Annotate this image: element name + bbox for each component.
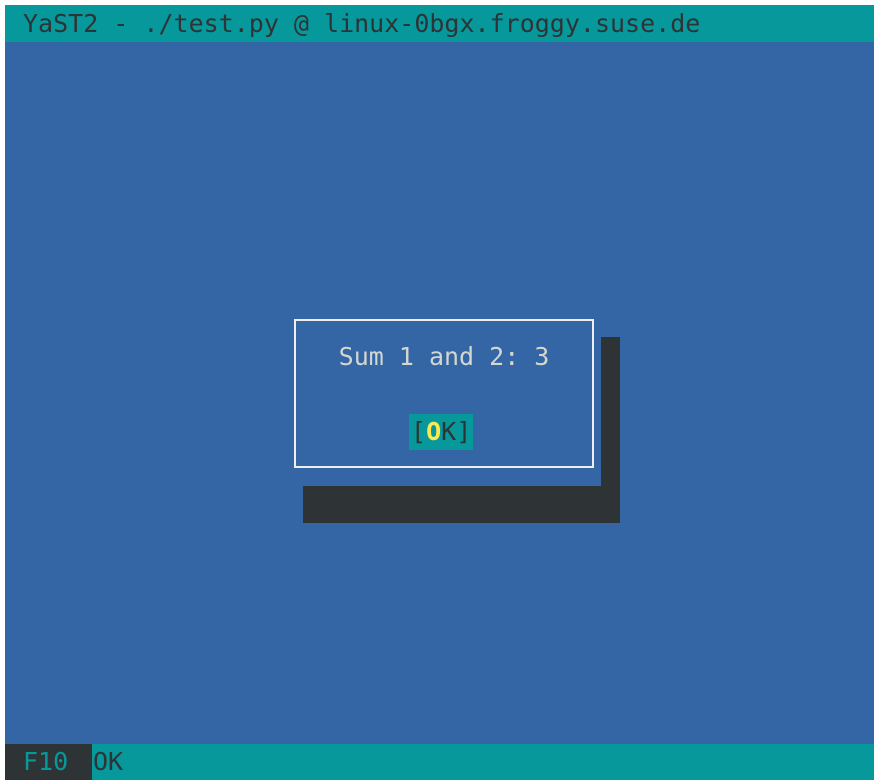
f10-label[interactable]: OK xyxy=(93,744,123,780)
ok-button-close-bracket: ] xyxy=(456,417,472,446)
ok-button-label-rest: K xyxy=(441,417,457,446)
window-title: YaST2 - ./test.py @ linux-0bgx.froggy.su… xyxy=(5,5,874,42)
ok-button[interactable]: [OK] xyxy=(409,414,474,450)
ok-button-hotkey: O xyxy=(426,417,442,446)
message-dialog: Sum 1 and 2: 3 [OK] xyxy=(294,319,594,468)
dialog-shadow-bottom xyxy=(303,486,620,523)
ok-button-open-bracket: [ xyxy=(411,417,427,446)
dialog-message: Sum 1 and 2: 3 xyxy=(338,342,550,371)
status-bar: F10 OK xyxy=(5,744,874,780)
terminal-screen: YaST2 - ./test.py @ linux-0bgx.froggy.su… xyxy=(5,5,874,780)
f10-key[interactable]: F10 xyxy=(5,744,92,780)
